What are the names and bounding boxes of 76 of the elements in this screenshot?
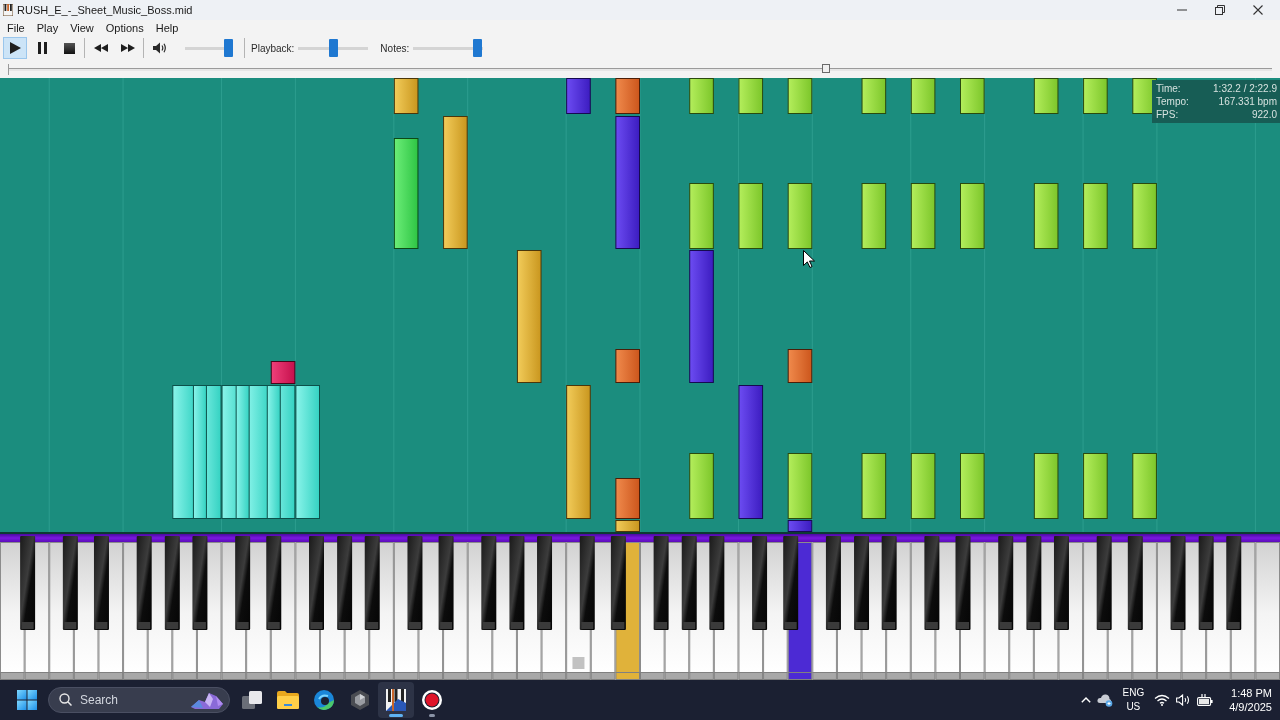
search-field[interactable]: Search — [48, 687, 230, 713]
pause-icon — [37, 42, 47, 54]
circle-dot-icon — [422, 690, 442, 710]
note-block — [393, 78, 419, 114]
play-button[interactable] — [3, 37, 27, 59]
taskbar-app-button[interactable] — [378, 682, 414, 718]
menu-item[interactable]: File — [1, 20, 31, 36]
menu-item[interactable]: View — [64, 20, 100, 36]
slider-label: Notes: — [380, 42, 410, 54]
note-block — [689, 78, 714, 114]
note-block — [738, 183, 764, 249]
clock-button[interactable]: 1:48 PM 4/9/2025 — [1229, 686, 1272, 714]
note-block — [910, 183, 936, 249]
overlapping-squares-icon — [242, 691, 262, 709]
note-block — [1132, 183, 1157, 249]
piano-icon — [3, 4, 13, 16]
note-block — [1083, 453, 1108, 519]
stat-value: 922.0 — [1251, 108, 1277, 121]
cloud-icon[interactable] — [1096, 693, 1113, 707]
note-block — [1083, 183, 1108, 249]
folder-icon — [277, 691, 299, 709]
note-block — [615, 349, 640, 383]
stat-label: FPS: — [1156, 108, 1179, 121]
stat-label: Time: — [1156, 82, 1181, 95]
swirl-icon — [314, 690, 334, 710]
mouse-pointer-icon — [803, 250, 815, 268]
note-block — [910, 453, 936, 519]
note-block — [861, 78, 887, 114]
note-block — [960, 453, 985, 519]
play-icon — [9, 42, 21, 54]
stat-value: 167.331 bpm — [1218, 95, 1277, 108]
fast-forward-icon — [121, 44, 135, 52]
menu-item[interactable]: Options — [99, 20, 150, 36]
slider-thumb[interactable] — [224, 39, 233, 57]
note-block — [566, 78, 591, 114]
note-block — [960, 78, 985, 114]
slider-thumb[interactable] — [822, 63, 831, 73]
note-block — [689, 453, 714, 519]
slider-label: Playback: — [251, 42, 295, 54]
note-block — [1033, 183, 1059, 249]
speaker-icon — [153, 42, 167, 54]
restore-icon[interactable] — [1215, 5, 1225, 15]
note-block — [910, 78, 936, 114]
menu-item[interactable]: Help — [149, 20, 185, 36]
chevron-up-icon[interactable] — [1080, 697, 1091, 703]
stop-icon — [63, 42, 75, 54]
windows-logo-icon[interactable] — [17, 690, 37, 710]
slider-thumb[interactable] — [473, 39, 483, 57]
note-block — [1033, 78, 1059, 114]
stat-label: Tempo: — [1156, 95, 1189, 108]
note-block — [787, 78, 813, 114]
wifi-icon[interactable] — [1154, 694, 1171, 706]
menu-item[interactable]: Play — [30, 20, 65, 36]
note-block — [615, 78, 640, 114]
rewind-icon — [94, 44, 108, 52]
note-block — [861, 453, 887, 519]
note-block — [738, 78, 764, 114]
speaker-icon[interactable] — [1176, 694, 1192, 706]
battery-icon[interactable] — [1197, 694, 1214, 706]
piano-keys-icon — [386, 689, 406, 711]
search-icon — [59, 693, 72, 706]
hexagon-icon — [351, 690, 369, 710]
note-block — [1132, 453, 1157, 519]
note-block — [1033, 453, 1059, 519]
note-block — [787, 183, 813, 249]
window-title: RUSH_E_-_Sheet_Music_Boss.mid — [17, 4, 193, 16]
close-icon[interactable] — [1253, 5, 1263, 15]
note-block — [787, 349, 813, 383]
note-block — [960, 183, 985, 249]
crystal-icon — [189, 690, 225, 710]
note-block — [861, 183, 887, 249]
square-marker-icon — [572, 657, 585, 669]
slider-thumb[interactable] — [328, 39, 338, 57]
language-indicator[interactable]: ENG US — [1122, 686, 1145, 714]
note-block — [1083, 78, 1108, 114]
stat-value: 1:32.2 / 2:22.9 — [1213, 82, 1277, 95]
